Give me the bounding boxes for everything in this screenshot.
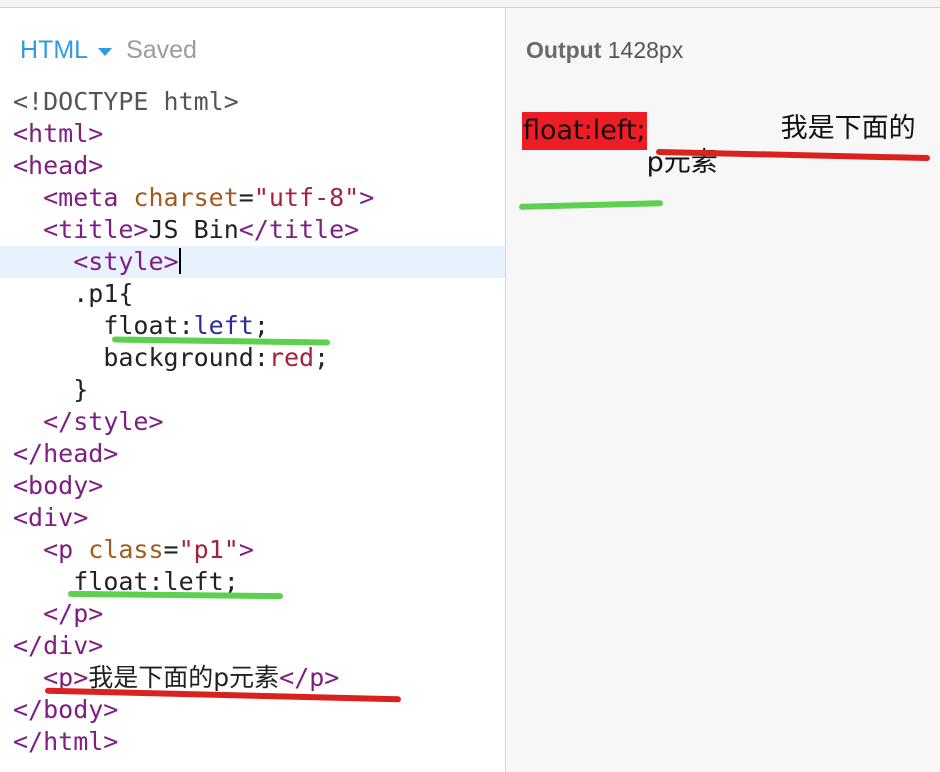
- code-line: <body>: [13, 471, 104, 500]
- code-line: <html>: [13, 119, 104, 148]
- text-cursor: [178, 248, 181, 274]
- code-line: }: [73, 375, 89, 404]
- chevron-down-icon[interactable]: [98, 48, 113, 56]
- rendered-output: float:left; 我是下面的p元素: [522, 112, 932, 180]
- active-code-line: <style>: [0, 246, 505, 278]
- output-header: Output 1428px: [526, 37, 683, 64]
- code-line: <p class="p1">: [43, 535, 254, 564]
- save-status: Saved: [126, 36, 197, 64]
- code-line: background:red;: [103, 343, 330, 372]
- code-line: <div>: [13, 503, 89, 532]
- green-underline-output: [518, 200, 664, 210]
- code-line: .p1{: [73, 279, 134, 308]
- code-area[interactable]: <!DOCTYPE html> <html> <head> <meta char…: [0, 86, 505, 758]
- editor-header: HTML Saved: [20, 36, 197, 65]
- output-width: 1428px: [607, 37, 684, 63]
- code-line: </div>: [13, 631, 104, 660]
- top-bar: [0, 0, 940, 8]
- code-line: float:left;: [103, 311, 269, 340]
- code-line: <meta charset="utf-8">: [43, 183, 375, 212]
- output-label: Output: [526, 37, 602, 63]
- code-line: <head>: [13, 151, 104, 180]
- language-selector[interactable]: HTML: [20, 36, 88, 65]
- code-line: </style>: [43, 407, 164, 436]
- code-line: <title>JS Bin</title>: [43, 215, 360, 244]
- code-line: </html>: [13, 727, 119, 756]
- html-editor-panel[interactable]: HTML Saved <!DOCTYPE html> <html> <head>…: [0, 8, 505, 772]
- code-line: </head>: [13, 439, 119, 468]
- code-line: <!DOCTYPE html>: [13, 87, 239, 116]
- code-line: </body>: [13, 695, 119, 724]
- code-line: </p>: [43, 599, 104, 628]
- output-panel: Output 1428px float:left; 我是下面的p元素: [506, 8, 940, 772]
- floated-paragraph: float:left;: [522, 112, 647, 150]
